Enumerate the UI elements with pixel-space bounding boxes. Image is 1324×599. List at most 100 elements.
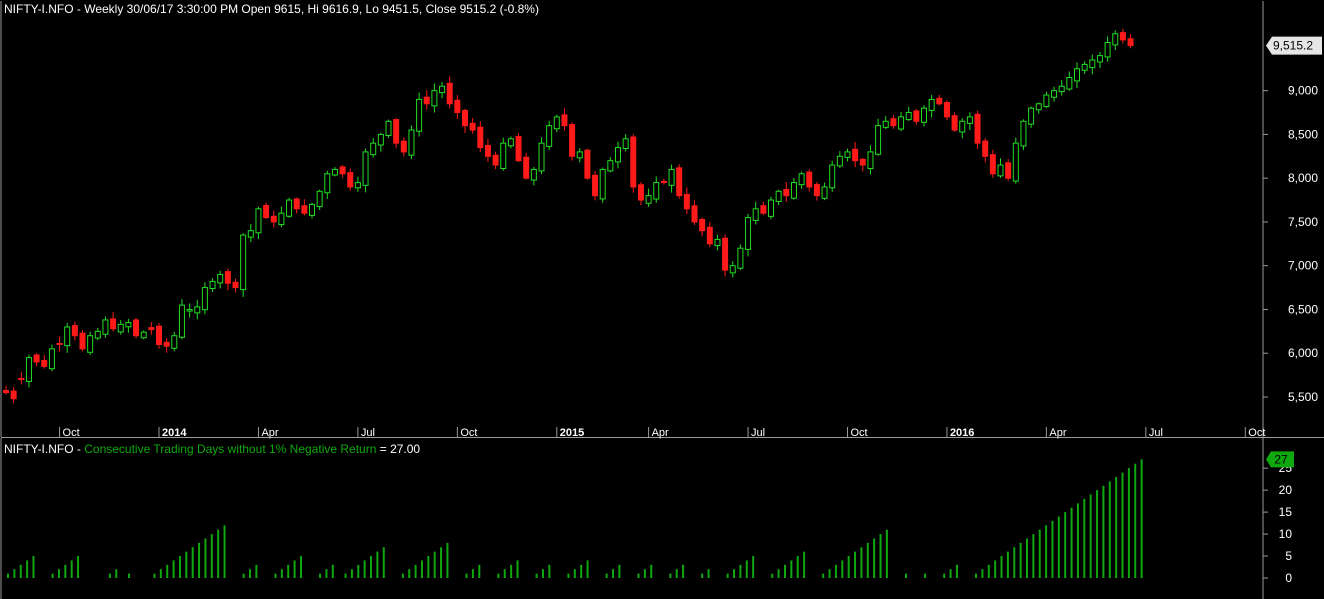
candle-body: [997, 164, 1004, 177]
candle-body: [370, 142, 377, 156]
candle-body: [217, 273, 224, 284]
price-y-tick-label: 7,000: [1288, 259, 1318, 273]
candle-body: [928, 98, 935, 111]
candle-body: [989, 154, 996, 175]
x-tick-label: 2014: [162, 427, 187, 439]
candle: [722, 234, 729, 277]
candle-body: [691, 205, 698, 223]
x-tick-label: Jul: [361, 427, 375, 439]
price-y-tick-label: 9,000: [1288, 84, 1318, 98]
candle: [829, 160, 836, 192]
candle-body: [653, 182, 660, 200]
candle-body: [852, 148, 859, 162]
candle: [393, 118, 400, 149]
candle-body: [194, 306, 201, 314]
candle-body: [576, 151, 583, 159]
candle: [1020, 119, 1027, 151]
x-tick-label: Apr: [261, 427, 278, 439]
candle: [943, 100, 950, 121]
candle-body: [201, 287, 208, 311]
candle-body: [33, 354, 40, 363]
candle-body: [768, 199, 774, 217]
candle-body: [668, 168, 675, 186]
candle-body: [377, 133, 384, 146]
candle-body: [829, 164, 836, 189]
candle-body: [875, 125, 882, 155]
x-tick-label: Oct: [63, 427, 80, 439]
candle-body: [1119, 32, 1126, 41]
indicator-title-symbol: NIFTY-I.NFO -: [4, 442, 84, 456]
candle-body: [1112, 33, 1119, 46]
candle-body: [607, 160, 614, 172]
x-tick-label: Oct: [851, 427, 868, 439]
candle: [974, 110, 981, 150]
candle: [523, 152, 530, 180]
candle-body: [1020, 120, 1027, 147]
candle-body: [722, 237, 729, 271]
candle-body: [110, 318, 117, 330]
candle-body: [798, 173, 805, 186]
chart-background: [0, 0, 1324, 599]
candle: [416, 92, 423, 137]
candle: [178, 299, 185, 340]
candle-body: [301, 205, 308, 214]
candle: [286, 197, 293, 218]
candle-body: [286, 199, 293, 217]
candle-body: [660, 180, 667, 184]
candle-body: [439, 85, 446, 94]
candle: [1012, 137, 1019, 184]
candle-body: [186, 308, 193, 312]
candle-body: [806, 171, 813, 188]
candle-body: [178, 304, 185, 338]
candle-body: [278, 212, 285, 226]
candle: [48, 344, 55, 372]
candle-body: [1104, 42, 1111, 58]
candle-body: [25, 357, 32, 382]
price-y-tick-label: 6,500: [1288, 302, 1318, 316]
candle-body: [362, 151, 369, 186]
candle-body: [538, 142, 545, 172]
candle: [569, 122, 576, 161]
candle: [201, 282, 208, 315]
candle-body: [10, 390, 17, 400]
candle-body: [347, 172, 354, 188]
candle-body: [683, 193, 690, 210]
candle-body: [951, 115, 958, 131]
candle: [133, 317, 140, 339]
chart-canvas[interactable]: NIFTY-I.NFO - Weekly 30/06/17 3:30:00 PM…: [0, 0, 1324, 599]
candle-body: [171, 335, 178, 349]
candle-body: [760, 205, 767, 214]
candle-body: [592, 174, 599, 197]
candle-body: [1005, 162, 1012, 179]
candle-body: [507, 138, 514, 147]
candle-body: [148, 327, 155, 331]
x-tick-label: Jul: [751, 427, 765, 439]
candle: [630, 134, 637, 193]
indicator-value-badge: 27: [1266, 451, 1294, 468]
x-tick-label: Apr: [652, 427, 669, 439]
price-y-tick-label: 8,000: [1288, 171, 1318, 185]
candle-body: [775, 190, 782, 203]
candle-body: [676, 167, 683, 197]
candle-body: [699, 219, 706, 232]
candle-body: [737, 247, 744, 269]
indicator-y-tick-label: 15: [1279, 505, 1293, 519]
candle-body: [477, 126, 484, 149]
indicator-y-tick-label: 5: [1285, 549, 1292, 563]
price-y-tick-label: 5,500: [1288, 390, 1318, 404]
candle: [316, 189, 323, 211]
candle-body: [706, 226, 713, 245]
candle-body: [890, 118, 897, 127]
candle-body: [569, 124, 576, 157]
last-price-badge: 9,515.2: [1266, 36, 1322, 55]
candle-body: [615, 147, 621, 163]
candle-body: [224, 271, 231, 284]
x-tick-label: Apr: [1049, 427, 1066, 439]
candle-body: [492, 154, 499, 166]
indicator-value-badge-label: 27: [1274, 452, 1288, 466]
candle-body: [64, 326, 71, 347]
indicator-y-tick-label: 0: [1285, 571, 1292, 585]
candle-body: [270, 215, 277, 223]
candle-body: [745, 217, 752, 250]
candle: [676, 164, 683, 199]
